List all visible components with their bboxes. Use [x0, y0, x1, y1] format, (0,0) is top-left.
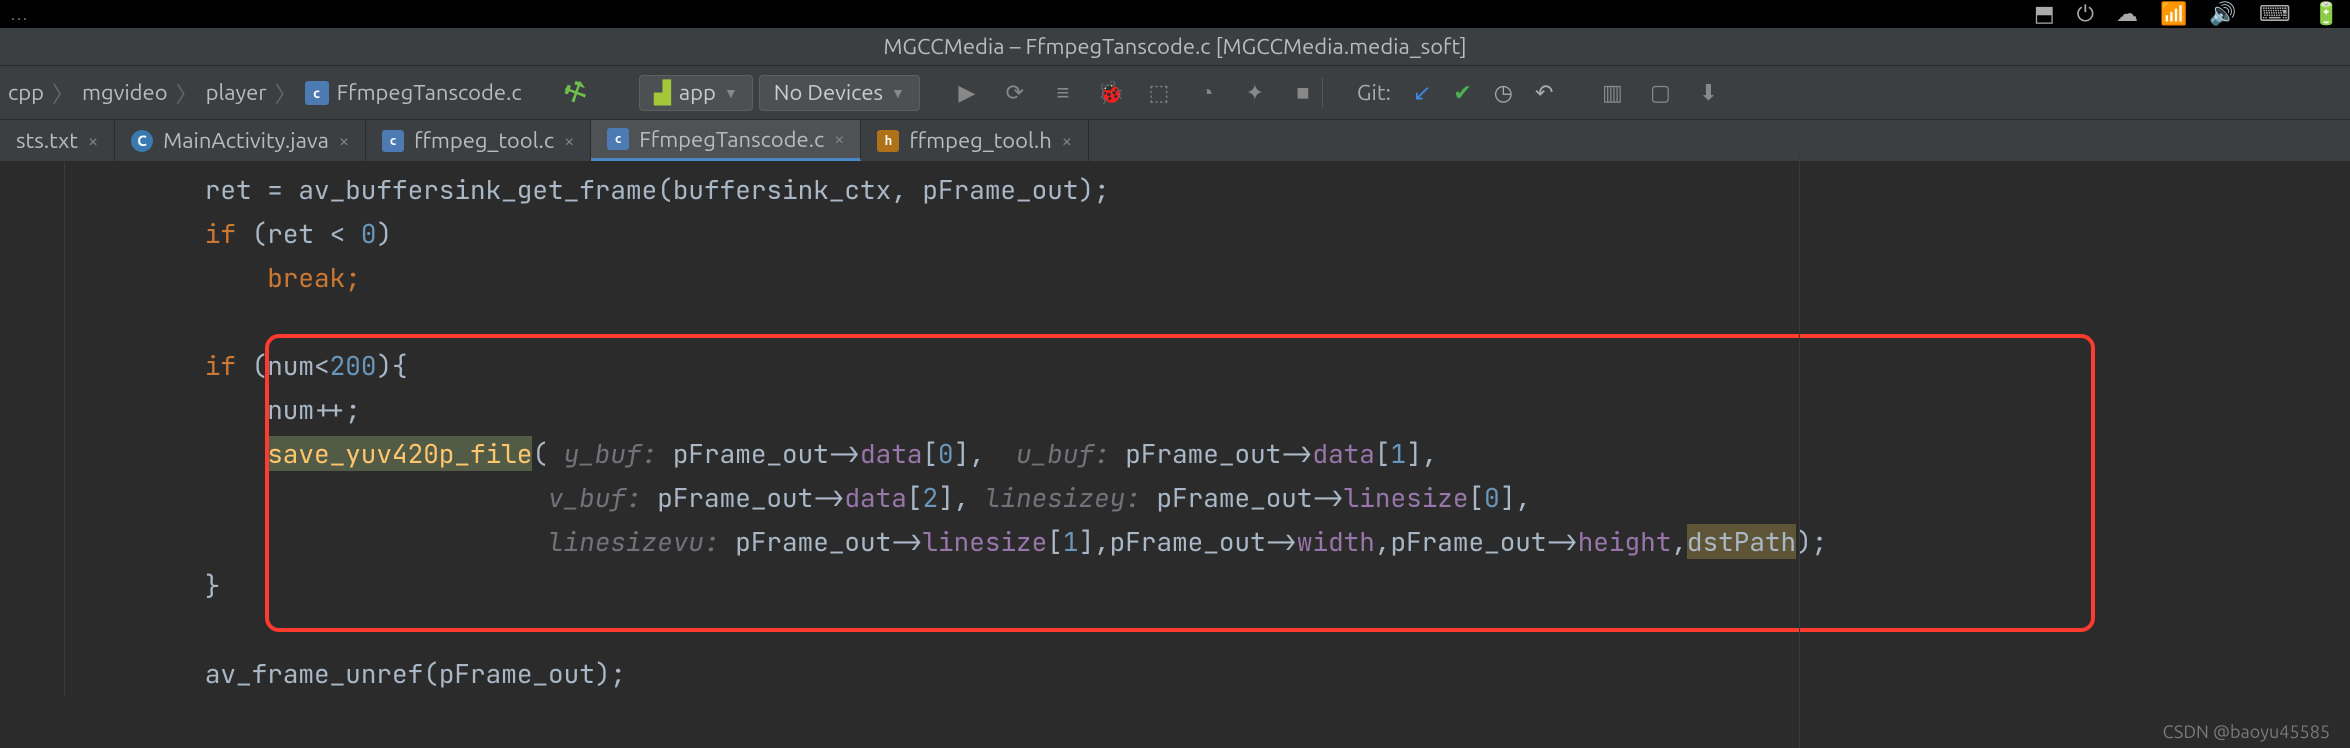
code-editor[interactable]: ret = av_buffersink_get_frame(buffersink…: [0, 162, 2350, 696]
c-file-icon: c: [305, 81, 329, 105]
toolbar: cpp 〉 mgvideo 〉 player 〉 c FfmpegTanscod…: [0, 66, 2350, 120]
close-icon[interactable]: ×: [834, 129, 844, 149]
close-icon[interactable]: ×: [88, 131, 98, 151]
stop-icon[interactable]: ■: [1290, 80, 1316, 106]
git-section: Git: ↙ ✔ ◷ ↶: [1357, 80, 1554, 106]
breadcrumb-item[interactable]: player: [206, 80, 267, 105]
tab-ffmpeg-transcode[interactable]: c FfmpegTanscode.c ×: [591, 120, 861, 161]
java-class-icon: C: [131, 130, 153, 152]
close-icon[interactable]: ×: [339, 131, 349, 151]
close-icon[interactable]: ×: [564, 131, 574, 151]
coverage-icon[interactable]: ⬚: [1146, 80, 1172, 106]
chevron-right-icon: 〉: [176, 77, 198, 109]
run-config-label: app: [679, 80, 716, 105]
breadcrumb-item[interactable]: cpp: [8, 80, 44, 105]
title-text: MGCCMedia – FfmpegTanscode.c [MGCCMedia.…: [883, 34, 1466, 59]
device-selector[interactable]: No Devices ▼: [759, 75, 920, 111]
status-icon: 📶: [2160, 1, 2187, 27]
c-file-icon: c: [382, 130, 404, 152]
editor-tabs: sts.txt × C MainActivity.java × c ffmpeg…: [0, 120, 2350, 162]
git-label: Git:: [1357, 80, 1391, 105]
divider: [1322, 78, 1323, 108]
sdk-manager-icon[interactable]: ⬇: [1695, 80, 1721, 106]
tab-label: MainActivity.java: [163, 128, 329, 153]
breadcrumb-item[interactable]: FfmpegTanscode.c: [337, 80, 522, 105]
debug-icon[interactable]: 🐞: [1098, 80, 1124, 106]
gutter: [0, 162, 65, 696]
apply-changes-icon[interactable]: ⟳: [1002, 80, 1028, 106]
code-line: if (num<200){: [80, 344, 2350, 388]
status-icon: ⏻: [2077, 1, 2094, 27]
code-line: [80, 608, 2350, 652]
code-line: num++;: [80, 388, 2350, 432]
code-line: linesizevu: pFrame_out->linesize[1],pFra…: [80, 520, 2350, 564]
device-label: No Devices: [774, 80, 883, 105]
git-commit-icon[interactable]: ✔: [1453, 80, 1471, 106]
tab-mainactivity[interactable]: C MainActivity.java ×: [115, 120, 366, 161]
chevron-right-icon: 〉: [275, 77, 297, 109]
code-line: break;: [80, 256, 2350, 300]
tab-label: ffmpeg_tool.h: [909, 128, 1051, 153]
tab-sts[interactable]: sts.txt ×: [0, 120, 115, 161]
avd-manager-icon[interactable]: ▢: [1647, 80, 1673, 106]
code-line: [80, 300, 2350, 344]
tab-label: sts.txt: [16, 128, 78, 153]
instant-run-icon[interactable]: ≡: [1050, 80, 1076, 106]
window-title: MGCCMedia – FfmpegTanscode.c [MGCCMedia.…: [0, 28, 2350, 66]
build-icon[interactable]: ⚒: [558, 74, 592, 112]
run-icon[interactable]: ▶: [954, 80, 980, 106]
code-line: if (ret < 0): [80, 212, 2350, 256]
tab-label: ffmpeg_tool.c: [414, 128, 554, 153]
status-icon: ⬒: [2034, 1, 2055, 27]
code-line: av_frame_unref(pFrame_out);: [80, 652, 2350, 696]
git-update-icon[interactable]: ↙: [1413, 80, 1431, 106]
tab-ffmpeg-tool-c[interactable]: c ffmpeg_tool.c ×: [366, 120, 591, 161]
code-line: save_yuv420p_file( y_buf: pFrame_out->da…: [80, 432, 2350, 476]
status-icon: ☁: [2116, 1, 2138, 27]
code-line: ret = av_buffersink_get_frame(buffersink…: [80, 168, 2350, 212]
menu-item[interactable]: …: [10, 4, 28, 24]
profiler-icon[interactable]: ◔: [1194, 80, 1220, 106]
dropdown-icon: ▼: [891, 85, 905, 101]
run-config-selector[interactable]: ▟ app ▼: [639, 75, 753, 111]
code-line: }: [80, 564, 2350, 608]
breadcrumb-item[interactable]: mgvideo: [82, 80, 168, 105]
status-icon: ⌨: [2259, 1, 2291, 27]
close-icon[interactable]: ×: [1062, 131, 1072, 151]
h-file-icon: h: [877, 130, 899, 152]
watermark: CSDN @baoyu45585: [2163, 722, 2330, 742]
tab-ffmpeg-tool-h[interactable]: h ffmpeg_tool.h ×: [861, 120, 1089, 161]
os-menubar: … ⬒ ⏻ ☁ 📶 🔊 ⌨ 🔋: [0, 0, 2350, 28]
breadcrumb: cpp 〉 mgvideo 〉 player 〉 c FfmpegTanscod…: [8, 77, 522, 109]
right-margin-line: [1799, 148, 1800, 748]
android-icon: ▟: [654, 80, 671, 106]
c-file-icon: c: [607, 128, 629, 150]
code-line: v_buf: pFrame_out->data[2], linesizey: p…: [80, 476, 2350, 520]
history-icon[interactable]: ◷: [1494, 80, 1513, 106]
project-structure-icon[interactable]: ▥: [1599, 80, 1625, 106]
tab-label: FfmpegTanscode.c: [639, 127, 824, 152]
rollback-icon[interactable]: ↶: [1535, 80, 1553, 106]
attach-icon[interactable]: ✦: [1242, 80, 1268, 106]
status-icon: 🔋: [2313, 1, 2340, 27]
dropdown-icon: ▼: [724, 85, 738, 101]
chevron-right-icon: 〉: [52, 77, 74, 109]
status-icon: 🔊: [2209, 1, 2236, 27]
